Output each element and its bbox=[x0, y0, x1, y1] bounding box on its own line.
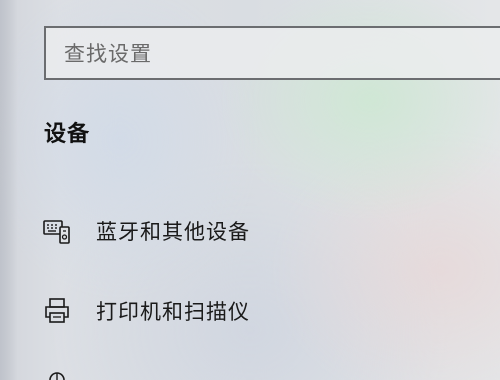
nav-item-label: 蓝牙和其他设备 bbox=[96, 220, 250, 244]
nav-item-printers-scanners[interactable]: 打印机和扫描仪 bbox=[40, 286, 480, 336]
nav-item-bluetooth-devices[interactable]: 蓝牙和其他设备 bbox=[40, 206, 480, 256]
mouse-icon bbox=[46, 368, 68, 380]
printer-icon bbox=[40, 294, 74, 328]
search-input[interactable]: 查找设置 bbox=[44, 26, 500, 80]
bluetooth-devices-icon bbox=[40, 214, 74, 248]
search-placeholder: 查找设置 bbox=[64, 42, 152, 66]
window-left-edge bbox=[0, 0, 18, 380]
nav-item-label: 打印机和扫描仪 bbox=[96, 300, 250, 324]
section-title: 设备 bbox=[44, 122, 91, 147]
